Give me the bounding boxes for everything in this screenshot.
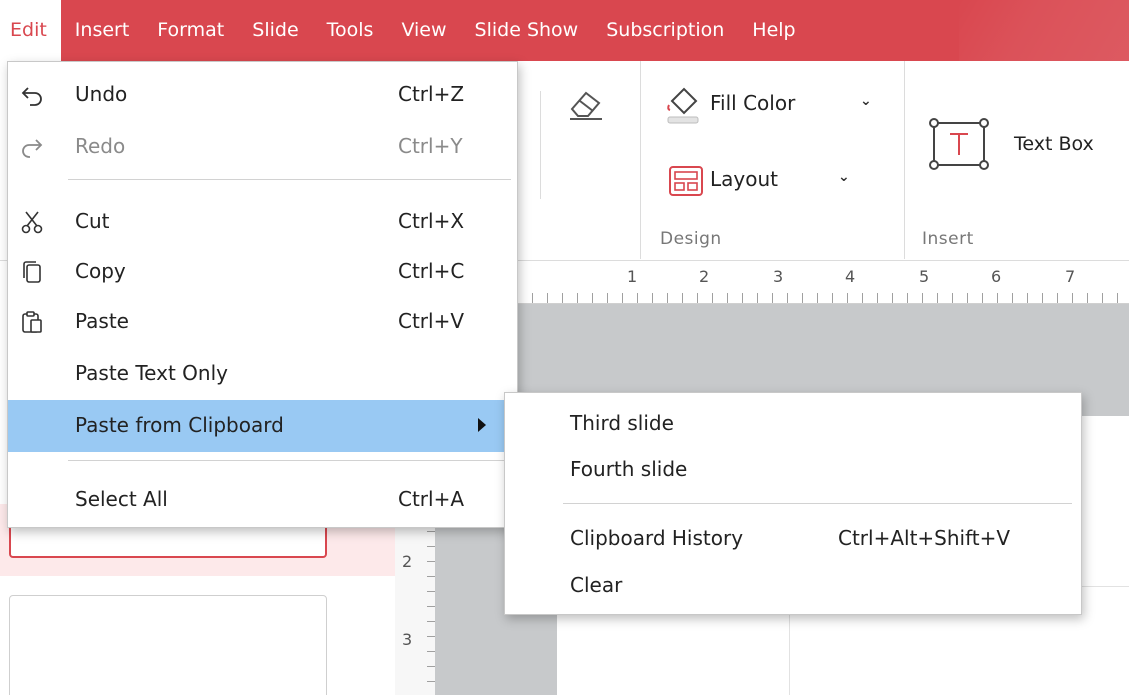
submenu-item-third-slide[interactable]: Third slide xyxy=(505,398,1081,450)
menu-help[interactable]: Help xyxy=(738,0,809,61)
menu-separator xyxy=(563,503,1072,504)
ruler-number: 6 xyxy=(991,267,1002,286)
redo-icon xyxy=(20,135,44,159)
menu-item-shortcut: Ctrl+Y xyxy=(398,134,463,158)
menu-tools[interactable]: Tools xyxy=(313,0,388,61)
menu-item-label: Select All xyxy=(75,487,168,511)
vertical-ruler: 2 3 xyxy=(395,516,435,695)
menu-item-paste[interactable]: Paste Ctrl+V xyxy=(8,296,517,348)
slide-thumbnail[interactable] xyxy=(9,595,327,695)
layout-icon xyxy=(668,165,704,197)
paint-bucket-icon xyxy=(664,79,704,127)
chevron-down-icon: ⌄ xyxy=(860,93,872,109)
menu-item-label: Redo xyxy=(75,134,126,158)
menu-item-cut[interactable]: Cut Ctrl+X xyxy=(8,196,517,248)
menu-item-label: Fourth slide xyxy=(570,457,688,481)
menu-format[interactable]: Format xyxy=(143,0,238,61)
menu-item-undo[interactable]: Undo Ctrl+Z xyxy=(8,69,517,121)
ruler-ticks xyxy=(427,516,435,695)
ruler-number: 5 xyxy=(919,267,930,286)
menu-item-label: Clear xyxy=(570,573,623,597)
ribbon-separator xyxy=(640,61,641,259)
submenu-item-clipboard-history[interactable]: Clipboard History Ctrl+Alt+Shift+V xyxy=(505,513,1081,565)
menu-slide[interactable]: Slide xyxy=(238,0,312,61)
clipboard-submenu: Third slide Fourth slide Clipboard Histo… xyxy=(504,392,1082,615)
text-box-label: Text Box xyxy=(1014,133,1094,155)
menu-separator xyxy=(68,179,511,180)
edit-menu: Undo Ctrl+Z Redo Ctrl+Y Cut Ctrl+X Copy … xyxy=(7,61,518,528)
menu-item-paste-text-only[interactable]: Paste Text Only xyxy=(8,348,517,400)
menu-item-shortcut: Ctrl+C xyxy=(398,259,465,283)
paste-icon xyxy=(20,310,44,334)
menu-item-shortcut: Ctrl+Alt+Shift+V xyxy=(838,526,1011,550)
menu-item-shortcut: Ctrl+Z xyxy=(398,82,465,106)
submenu-item-clear[interactable]: Clear xyxy=(505,560,1081,612)
menu-edit[interactable]: Edit xyxy=(0,0,61,61)
ruler-number: 4 xyxy=(845,267,856,286)
menu-subscription[interactable]: Subscription xyxy=(592,0,738,61)
menu-item-label: Third slide xyxy=(570,411,674,435)
menu-item-shortcut: Ctrl+V xyxy=(398,309,465,333)
menu-bar: Edit Insert Format Slide Tools View Slid… xyxy=(0,0,1129,61)
eraser-icon[interactable] xyxy=(566,83,606,123)
menu-slide-show[interactable]: Slide Show xyxy=(461,0,593,61)
menu-item-label: Cut xyxy=(75,209,110,233)
menu-item-label: Paste xyxy=(75,309,129,333)
menu-separator xyxy=(68,460,511,461)
menu-view[interactable]: View xyxy=(387,0,460,61)
layout-label: Layout xyxy=(710,167,778,191)
ribbon-separator xyxy=(904,61,905,259)
menu-item-redo[interactable]: Redo Ctrl+Y xyxy=(8,121,517,173)
text-box-button[interactable]: Text Box xyxy=(926,115,1126,175)
ribbon-separator xyxy=(540,91,541,199)
fill-color-button[interactable]: Fill Color ⌄ xyxy=(664,79,884,129)
group-label-insert: Insert xyxy=(922,229,974,249)
copy-icon xyxy=(20,260,44,284)
layout-button[interactable]: Layout ⌄ xyxy=(664,159,864,203)
undo-icon xyxy=(20,83,44,107)
menu-item-label: Undo xyxy=(75,82,128,106)
ruler-ticks xyxy=(517,293,1129,303)
chevron-down-icon: ⌄ xyxy=(838,169,850,185)
ruler-number: 3 xyxy=(773,267,784,286)
text-box-icon xyxy=(926,115,992,173)
scissors-icon xyxy=(20,210,44,234)
ruler-number: 3 xyxy=(402,630,413,649)
ruler-number: 2 xyxy=(402,552,413,571)
ruler-number: 2 xyxy=(699,267,710,286)
group-label-design: Design xyxy=(660,229,722,249)
menu-item-label: Paste Text Only xyxy=(75,361,228,385)
menu-item-label: Paste from Clipboard xyxy=(75,413,284,437)
menu-item-shortcut: Ctrl+A xyxy=(398,487,465,511)
menubar-decoration xyxy=(959,0,1129,61)
submenu-arrow-icon xyxy=(478,418,486,432)
menu-item-paste-from-clipboard[interactable]: Paste from Clipboard xyxy=(8,400,517,452)
fill-color-label: Fill Color xyxy=(710,91,796,115)
horizontal-ruler: 1 2 3 4 5 6 7 xyxy=(517,261,1129,304)
menu-item-select-all[interactable]: Select All Ctrl+A xyxy=(8,474,517,526)
menu-item-copy[interactable]: Copy Ctrl+C xyxy=(8,246,517,298)
submenu-item-fourth-slide[interactable]: Fourth slide xyxy=(505,444,1081,496)
menu-item-label: Copy xyxy=(75,259,126,283)
menu-item-shortcut: Ctrl+X xyxy=(398,209,465,233)
ruler-number: 7 xyxy=(1065,267,1076,286)
menu-insert[interactable]: Insert xyxy=(61,0,144,61)
menu-item-label: Clipboard History xyxy=(570,526,744,550)
ruler-number: 1 xyxy=(627,267,638,286)
